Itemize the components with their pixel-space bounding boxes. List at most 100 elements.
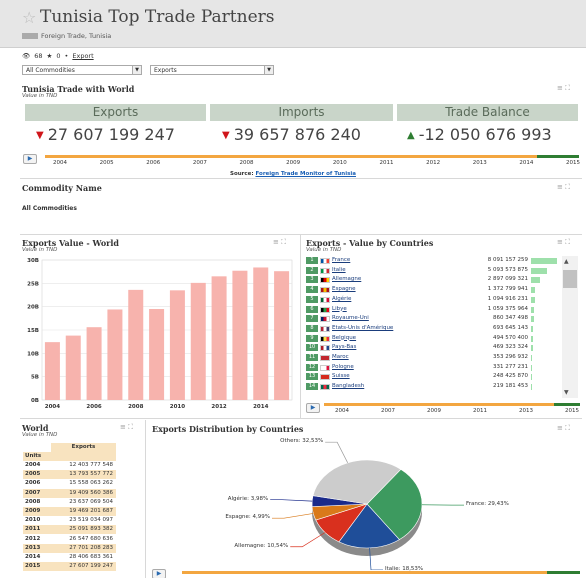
country-name-link[interactable]: Italie	[332, 267, 346, 273]
bar[interactable]	[211, 276, 227, 400]
panel-controls[interactable]: ≡ ⛶	[273, 238, 286, 247]
country-name-link[interactable]: Espagne	[332, 286, 356, 292]
timeline-year-label[interactable]: 2011	[379, 160, 393, 166]
country-row[interactable]: 7 Royaume-Uni 860 347 498	[306, 315, 555, 323]
timeline-selected[interactable]	[554, 403, 580, 406]
bar[interactable]	[128, 289, 144, 400]
country-row[interactable]: 3 Allemagne 2 897 099 321	[306, 276, 555, 284]
export-link[interactable]: Export	[72, 52, 93, 60]
country-row[interactable]: 14 Bangladesh 219 181 453	[306, 383, 555, 391]
panel-controls[interactable]: ≡ ⛶	[557, 183, 570, 192]
bar[interactable]	[253, 267, 269, 400]
country-name-link[interactable]: Algérie	[332, 296, 351, 302]
year-cell: 2010	[25, 517, 41, 524]
timeline-year-label[interactable]: 2013	[519, 408, 533, 414]
chevron-down-icon: ▼	[264, 66, 273, 74]
kpi-exports-value: 27 607 199 247	[47, 125, 175, 144]
panel-controls[interactable]: ≡ ⛶	[557, 84, 570, 93]
timeline-year-label[interactable]: 2005	[100, 160, 114, 166]
timeline-year-label[interactable]: 2004	[53, 160, 67, 166]
country-name-link[interactable]: Royaume-Uni	[332, 315, 369, 321]
table-row: 2009 19 469 201 687	[23, 507, 116, 516]
leader-line	[325, 441, 349, 463]
timeline-year-label[interactable]: 2007	[193, 160, 207, 166]
play-button[interactable]: ▶	[306, 403, 320, 413]
timeline-year-label[interactable]: 2013	[473, 160, 487, 166]
country-row[interactable]: 10 Pays-Bas 469 323 324	[306, 344, 555, 352]
country-row[interactable]: 8 Etats-Unis d'Amérique 693 645 143	[306, 324, 555, 333]
timeline-year-label[interactable]: 2007	[381, 408, 395, 414]
country-row[interactable]: 11 Maroc 353 296 932	[306, 354, 555, 362]
play-button[interactable]: ▶	[23, 154, 37, 164]
country-name-link[interactable]: Belgique	[332, 335, 356, 341]
country-value: 1 059 375 964	[487, 305, 528, 312]
scroll-up-icon[interactable]: ▲	[564, 258, 569, 265]
bar[interactable]	[65, 335, 81, 400]
favorite-star-icon[interactable]: ☆	[22, 8, 36, 27]
country-row[interactable]: 2 Italie 5 093 573 875	[306, 266, 555, 275]
timeline-year-label[interactable]: 2010	[333, 160, 347, 166]
year-cell: 2008	[25, 498, 41, 505]
timeline-year-label[interactable]: 2004	[335, 408, 349, 414]
scrollbar-thumb[interactable]	[563, 270, 577, 288]
country-name-link[interactable]: Suisse	[332, 373, 350, 379]
panel-controls[interactable]: ≡ ⛶	[120, 423, 133, 432]
timeline-year-label[interactable]: 2015	[566, 160, 580, 166]
country-name-link[interactable]: Libye	[332, 306, 347, 312]
y-tick-label: 10B	[27, 351, 39, 357]
bar[interactable]	[190, 282, 206, 400]
country-row[interactable]: 1 France 8 091 157 259	[306, 257, 557, 265]
bar[interactable]	[44, 342, 60, 400]
country-name-link[interactable]: Etats-Unis d'Amérique	[332, 325, 393, 331]
source-link[interactable]: Foreign Trade Monitor of Tunisia	[256, 171, 356, 177]
country-name-link[interactable]: Allemagne	[332, 276, 361, 282]
timeline-track[interactable]	[324, 403, 554, 406]
country-rank: 8	[306, 324, 318, 332]
country-row[interactable]: 5 Algérie 1 094 916 231	[306, 295, 555, 304]
scroll-down-icon[interactable]: ▼	[564, 389, 569, 396]
timeline-year-label[interactable]: 2015	[565, 408, 579, 414]
timeline-year-label[interactable]: 2009	[286, 160, 300, 166]
year-cell: 2015	[25, 563, 41, 570]
timeline-year-label[interactable]: 2014	[519, 160, 533, 166]
timeline-year-label[interactable]: 2008	[240, 160, 254, 166]
country-value: 469 323 324	[493, 344, 528, 351]
country-row[interactable]: 4 Espagne 1 372 799 941	[306, 286, 555, 294]
timeline-track[interactable]	[45, 155, 537, 158]
commodity-select-value: All Commodities	[26, 67, 75, 74]
timeline-track[interactable]	[182, 571, 547, 574]
page-header: ☆ Tunisia Top Trade Partners Foreign Tra…	[0, 0, 586, 48]
country-row[interactable]: 12 Pologne 331 277 231	[306, 363, 555, 372]
panel-controls[interactable]: ≡ ⛶	[557, 238, 570, 247]
play-button[interactable]: ▶	[152, 569, 166, 578]
timeline-selected[interactable]	[537, 155, 579, 158]
commodity-select[interactable]: All Commodities ▼	[22, 65, 142, 75]
timeline-selected[interactable]	[547, 571, 580, 574]
value-cell: 13 793 557 772	[69, 471, 113, 478]
scrollbar[interactable]: ▲ ▼	[562, 256, 578, 398]
bar[interactable]	[107, 309, 123, 400]
bar[interactable]	[274, 271, 290, 400]
timeline-year-label[interactable]: 2009	[427, 408, 441, 414]
timeline-year-label[interactable]: 2012	[426, 160, 440, 166]
country-name-link[interactable]: Pays-Bas	[332, 344, 356, 350]
y-tick-label: 15B	[27, 328, 39, 334]
country-name-link[interactable]: Bangladesh	[332, 383, 364, 389]
country-name-link[interactable]: Maroc	[332, 354, 349, 360]
panel-controls[interactable]: ≡ ⛶	[557, 424, 570, 433]
bar[interactable]	[149, 309, 165, 400]
country-row[interactable]: 9 Belgique 494 570 400	[306, 334, 555, 343]
country-row[interactable]: 6 Libye 1 059 375 964	[306, 305, 555, 314]
bar[interactable]	[232, 270, 248, 400]
timeline-year-label[interactable]: 2006	[146, 160, 160, 166]
flow-select[interactable]: Exports ▼	[150, 65, 274, 75]
country-name-link[interactable]: Pologne	[332, 364, 354, 370]
country-name-link[interactable]: France	[332, 257, 350, 263]
timeline-year-label[interactable]: 2011	[473, 408, 487, 414]
country-row[interactable]: 13 Suisse 248 425 870	[306, 373, 555, 381]
value-cell: 25 091 893 382	[69, 526, 113, 533]
country-rank: 2	[306, 266, 318, 274]
bar[interactable]	[169, 290, 185, 400]
bar[interactable]	[86, 327, 102, 400]
leader-line	[270, 499, 313, 502]
